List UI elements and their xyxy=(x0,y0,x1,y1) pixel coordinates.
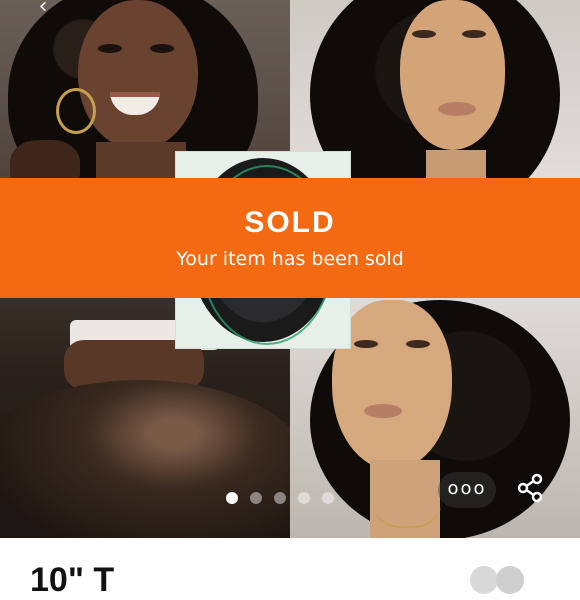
avatar[interactable] xyxy=(496,566,524,594)
carousel-dot[interactable] xyxy=(226,492,238,504)
more-options-button[interactable]: ooo xyxy=(438,472,496,508)
sold-banner: SOLD Your item has been sold xyxy=(0,178,580,298)
share-icon xyxy=(517,473,543,503)
carousel-dot[interactable] xyxy=(322,492,334,504)
avatar[interactable] xyxy=(470,566,498,594)
listing-title: 10" T xyxy=(30,561,115,599)
share-button[interactable] xyxy=(510,468,550,508)
sold-status: SOLD xyxy=(244,206,336,239)
carousel-dots xyxy=(226,492,334,504)
carousel-dot[interactable] xyxy=(250,492,262,504)
carousel-dot[interactable] xyxy=(298,492,310,504)
sold-message: Your item has been sold xyxy=(176,248,404,270)
back-arrow-icon[interactable]: ‹ xyxy=(32,0,54,18)
carousel-dot[interactable] xyxy=(274,492,286,504)
